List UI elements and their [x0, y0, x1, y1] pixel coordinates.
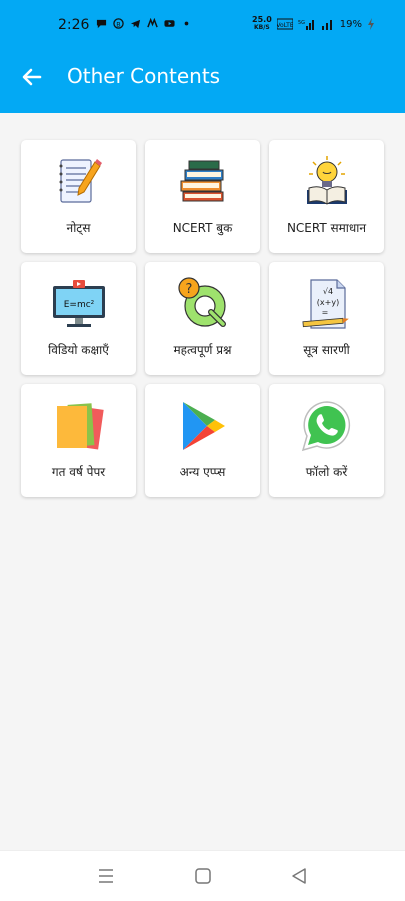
- card-label: NCERT समाधान: [286, 221, 367, 235]
- paper-stack-icon: [57, 403, 104, 450]
- battery-level: 19%: [339, 18, 362, 30]
- card-label: अन्य एप्प्स: [179, 465, 226, 479]
- card-label: महत्वपूर्ण प्रश्न: [173, 343, 232, 357]
- status-right-group: 25.0 KB/S VoLTE 5G 19%: [252, 16, 375, 32]
- app-bar: Other Contents: [0, 41, 405, 113]
- net-speed-unit: KB/S: [254, 24, 270, 31]
- svg-text:B: B: [116, 20, 120, 28]
- charging-icon: [368, 18, 374, 30]
- card-video-classes[interactable]: E=mc² विडियो कक्षाएँ: [21, 262, 136, 375]
- circle-b-icon: B: [113, 18, 124, 29]
- card-label: गत वर्ष पेपर: [51, 465, 106, 479]
- content-grid: नोट्स NCERT बुक NCERT समाधान E=mc² विडिय…: [21, 140, 384, 497]
- arrow-left-icon[interactable]: [18, 63, 46, 91]
- back-triangle-icon[interactable]: [290, 867, 308, 885]
- signal-5g-icon: 5G: [298, 20, 314, 30]
- menu-lines-icon[interactable]: [97, 867, 115, 885]
- card-other-apps[interactable]: अन्य एप्प्स: [145, 384, 260, 497]
- svg-text:VoLTE: VoLTE: [277, 22, 293, 29]
- svg-text:√4: √4: [323, 287, 333, 296]
- card-ncert-solutions[interactable]: NCERT समाधान: [269, 140, 384, 253]
- svg-text:?: ?: [186, 282, 193, 297]
- notepad-pencil-icon: [59, 159, 102, 203]
- svg-text:=: =: [322, 308, 329, 317]
- card-label: NCERT बुक: [172, 221, 233, 235]
- home-square-icon[interactable]: [194, 867, 212, 885]
- card-formula-sheet[interactable]: √4 (x+y) = सूत्र सारणी: [269, 262, 384, 375]
- chat-bubble-icon: [96, 19, 107, 29]
- card-label: नोट्स: [66, 221, 91, 235]
- dot-icon: [184, 21, 189, 26]
- system-nav-bar: [0, 850, 405, 901]
- card-important-questions[interactable]: ? महत्वपूर्ण प्रश्न: [145, 262, 260, 375]
- card-previous-year-papers[interactable]: गत वर्ष पेपर: [21, 384, 136, 497]
- card-ncert-book[interactable]: NCERT बुक: [145, 140, 260, 253]
- net-speed-value: 25.0: [252, 15, 272, 24]
- telegram-icon: [130, 19, 141, 29]
- net-speed: 25.0 KB/S: [252, 16, 272, 32]
- youtube-icon: [164, 20, 175, 27]
- card-label: फॉलो करें: [305, 465, 348, 479]
- lightbulb-reader-icon: [307, 156, 347, 205]
- play-store-icon: [183, 402, 225, 450]
- status-time: 2:26: [58, 17, 90, 33]
- svg-text:5G: 5G: [298, 20, 305, 26]
- signal-icon: [321, 20, 332, 30]
- card-follow[interactable]: फॉलो करें: [269, 384, 384, 497]
- page-title: Other Contents: [67, 64, 221, 88]
- volte-icon: VoLTE: [276, 18, 293, 30]
- video-monitor-icon: E=mc²: [53, 280, 105, 327]
- card-notes[interactable]: नोट्स: [21, 140, 136, 253]
- status-bar: 2:26 B 25.0 KB/S VoLTE 5G 19%: [0, 0, 405, 41]
- icon-formula-text: E=mc²: [64, 300, 95, 310]
- formula-sheet-icon: √4 (x+y) =: [302, 279, 349, 329]
- book-stack-icon: [180, 160, 224, 202]
- svg-text:(x+y): (x+y): [317, 298, 339, 307]
- card-label: विडियो कक्षाएँ: [48, 343, 109, 357]
- card-label: सूत्र सारणी: [303, 343, 350, 357]
- whatsapp-icon: [301, 401, 351, 452]
- notification-icons: B: [96, 18, 192, 29]
- question-q-icon: ?: [178, 277, 226, 327]
- m-logo-icon: [147, 18, 158, 28]
